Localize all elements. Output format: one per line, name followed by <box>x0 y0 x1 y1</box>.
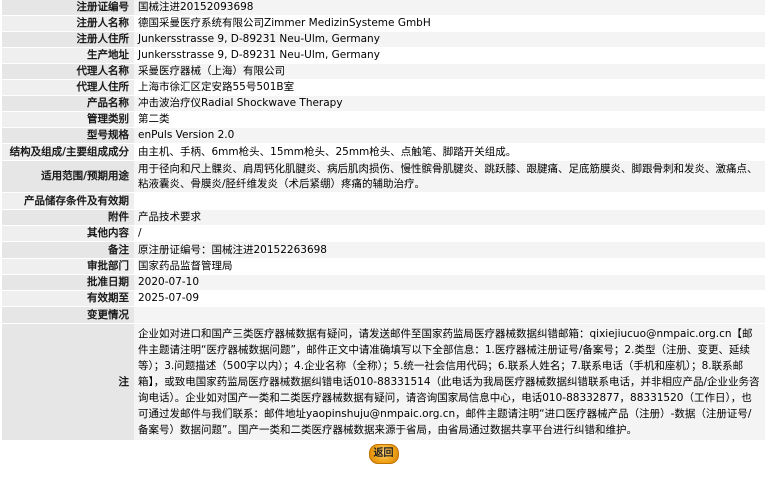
row-value: 2020-07-10 <box>134 275 765 291</box>
row-value: 国械注进20152093698 <box>134 0 765 16</box>
note-row: 注企业如对进口和国产三类医疗器械数据有疑问，请发送邮件至国家药监局医疗器械数据纠… <box>2 324 765 441</box>
row-label: 结构及组成/主要组成成分 <box>2 144 134 161</box>
table-row: 产品储存条件及有效期 <box>2 193 765 210</box>
row-label: 批准日期 <box>2 275 134 291</box>
row-label: 代理人住所 <box>2 80 134 96</box>
row-value: 上海市徐汇区定安路55号501B室 <box>134 80 765 96</box>
row-value: 用于径向和尺上髁炎、肩周钙化肌腱炎、病后肌肉损伤、慢性髌骨肌腱炎、跳跃膝、跟腱痛… <box>134 161 765 193</box>
row-value <box>134 193 765 210</box>
table-row: 管理类别 第二类 <box>2 112 765 128</box>
note-label: 注 <box>2 324 134 441</box>
row-label: 变更情况 <box>2 307 134 324</box>
table-row: 代理人住所 上海市徐汇区定安路55号501B室 <box>2 80 765 96</box>
table-row: 注册人名称 德国采曼医疗系统有限公司Zimmer MedizinSysteme G… <box>2 16 765 32</box>
table-row: 注册证编号 国械注进20152093698 <box>2 0 765 16</box>
row-value: / <box>134 226 765 242</box>
row-value: 国家药品监督管理局 <box>134 259 765 275</box>
table-row: 变更情况 <box>2 307 765 324</box>
table-row: 附件 产品技术要求 <box>2 210 765 226</box>
registration-detail: 注册证编号 国械注进20152093698 注册人名称 德国采曼医疗系统有限公司Zim… <box>2 0 765 469</box>
table-body: 注册证编号 国械注进20152093698 注册人名称 德国采曼医疗系统有限公司Zim… <box>2 0 765 441</box>
table-row: 生产地址 Junkersstrasse 9, D-89231 Neu-Ulm, G… <box>2 48 765 64</box>
row-label: 代理人名称 <box>2 64 134 80</box>
row-value: 原注册证编号：国械注进20152263698 <box>134 242 765 259</box>
table-row: 型号规格 enPuls Version 2.0 <box>2 128 765 144</box>
row-label: 审批部门 <box>2 259 134 275</box>
table-row: 备注 原注册证编号：国械注进20152263698 <box>2 242 765 259</box>
row-label: 生产地址 <box>2 48 134 64</box>
table-row: 其他内容 / <box>2 226 765 242</box>
row-value: 由主机、手柄、6mm枪头、15mm枪头、25mm枪头、点触笔、脚踏开关组成。 <box>134 144 765 161</box>
row-label: 注册人名称 <box>2 16 134 32</box>
row-value: 第二类 <box>134 112 765 128</box>
table-row: 批准日期 2020-07-10 <box>2 275 765 291</box>
table-row: 有效期至 2025-07-09 <box>2 291 765 307</box>
table-row: 审批部门 国家药品监督管理局 <box>2 259 765 275</box>
row-value: enPuls Version 2.0 <box>134 128 765 144</box>
row-label: 其他内容 <box>2 226 134 242</box>
row-value: 2025-07-09 <box>134 291 765 307</box>
row-value: Junkersstrasse 9, D-89231 Neu-Ulm, Germa… <box>134 32 765 48</box>
row-value: 冲击波治疗仪Radial Shockwave Therapy <box>134 96 765 112</box>
row-value: 德国采曼医疗系统有限公司Zimmer MedizinSysteme GmbH <box>134 16 765 32</box>
registration-table: 注册证编号 国械注进20152093698 注册人名称 德国采曼医疗系统有限公司Zim… <box>2 0 765 441</box>
row-value <box>134 307 765 324</box>
table-row: 产品名称 冲击波治疗仪Radial Shockwave Therapy <box>2 96 765 112</box>
row-label: 产品名称 <box>2 96 134 112</box>
row-label: 有效期至 <box>2 291 134 307</box>
table-row: 适用范围/预期用途 用于径向和尺上髁炎、肩周钙化肌腱炎、病后肌肉损伤、慢性髌骨肌腱… <box>2 161 765 193</box>
row-label: 附件 <box>2 210 134 226</box>
row-label: 备注 <box>2 242 134 259</box>
row-label: 管理类别 <box>2 112 134 128</box>
row-value: 产品技术要求 <box>134 210 765 226</box>
back-row: 返回 <box>2 441 765 469</box>
row-label: 注册人住所 <box>2 32 134 48</box>
note-text: 企业如对进口和国产三类医疗器械数据有疑问，请发送邮件至国家药监局医疗器械数据纠错… <box>134 324 765 441</box>
table-row: 注册人住所 Junkersstrasse 9, D-89231 Neu-Ulm, … <box>2 32 765 48</box>
table-row: 代理人名称 采曼医疗器械（上海）有限公司 <box>2 64 765 80</box>
row-label: 注册证编号 <box>2 0 134 16</box>
back-button[interactable]: 返回 <box>368 444 399 464</box>
table-row: 结构及组成/主要组成成分 由主机、手柄、6mm枪头、15mm枪头、25mm枪头、点… <box>2 144 765 161</box>
row-value: Junkersstrasse 9, D-89231 Neu-Ulm, Germa… <box>134 48 765 64</box>
row-label: 产品储存条件及有效期 <box>2 193 134 210</box>
row-value: 采曼医疗器械（上海）有限公司 <box>134 64 765 80</box>
row-label: 型号规格 <box>2 128 134 144</box>
row-label: 适用范围/预期用途 <box>2 161 134 193</box>
